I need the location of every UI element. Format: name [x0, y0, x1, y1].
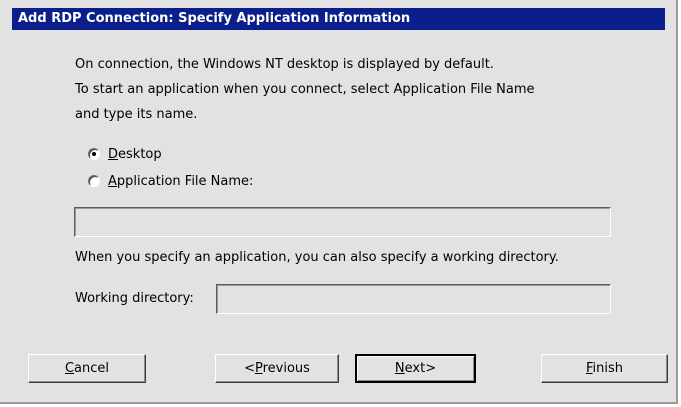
finish-button[interactable]: Finish [541, 354, 668, 383]
next-label-rest: ext> [404, 361, 437, 376]
app-file-radio[interactable] [88, 175, 100, 187]
next-mnemonic: N [394, 361, 405, 376]
cancel-label-rest: ancel [74, 361, 110, 376]
previous-mnemonic: P [254, 361, 263, 376]
dialog-window: Add RDP Connection: Specify Application … [0, 0, 678, 404]
intro-line-3: and type its name. [75, 107, 198, 122]
working-dir-input[interactable] [216, 284, 611, 314]
cancel-mnemonic: C [64, 361, 75, 376]
previous-prefix: < [244, 361, 255, 376]
intro-line-2: To start an application when you connect… [75, 82, 535, 97]
radio-selected-dot [92, 152, 96, 156]
previous-label-rest: revious [262, 361, 310, 376]
desktop-label-rest: esktop [118, 147, 162, 162]
cancel-button[interactable]: Cancel [28, 354, 146, 383]
intro-line-1: On connection, the Windows NT desktop is… [75, 57, 494, 72]
desktop-radio[interactable] [88, 148, 100, 160]
app-file-mnemonic: A [108, 174, 117, 189]
app-file-label-rest: pplication File Name: [116, 174, 254, 189]
desktop-radio-label[interactable]: Desktop [108, 147, 162, 163]
desktop-mnemonic: D [108, 147, 119, 162]
working-dir-label: Working directory: [75, 291, 194, 306]
app-file-input[interactable] [74, 207, 611, 237]
dialog-title: Add RDP Connection: Specify Application … [12, 8, 665, 30]
app-file-radio-label[interactable]: Application File Name: [108, 174, 253, 190]
working-dir-note: When you specify an application, you can… [75, 250, 559, 265]
next-button[interactable]: Next> [355, 354, 476, 383]
finish-label-rest: inish [592, 361, 624, 376]
previous-button[interactable]: <Previous [215, 354, 339, 383]
